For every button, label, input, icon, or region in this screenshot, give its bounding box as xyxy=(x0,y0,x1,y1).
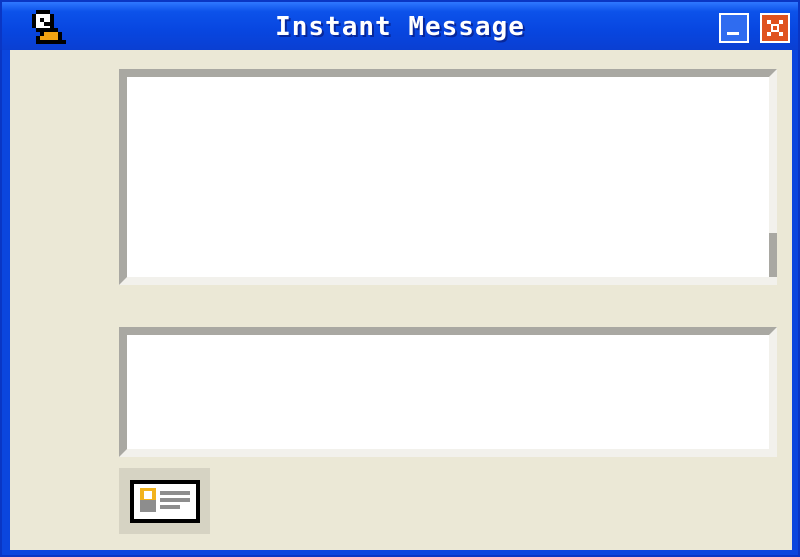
history-scrollbar-thumb[interactable] xyxy=(769,233,777,277)
message-compose-field[interactable] xyxy=(119,327,777,457)
window-client-area xyxy=(10,50,792,550)
contact-card-icon xyxy=(130,480,200,523)
im-window: Instant Message xyxy=(0,0,800,557)
title-bar[interactable]: Instant Message xyxy=(2,2,798,50)
contact-card-button[interactable] xyxy=(119,468,210,534)
minimize-icon xyxy=(727,32,739,35)
message-history-pane[interactable] xyxy=(119,69,777,285)
close-icon xyxy=(767,20,783,36)
minimize-button[interactable] xyxy=(719,13,749,43)
window-title: Instant Message xyxy=(275,12,525,42)
close-button[interactable] xyxy=(760,13,790,43)
